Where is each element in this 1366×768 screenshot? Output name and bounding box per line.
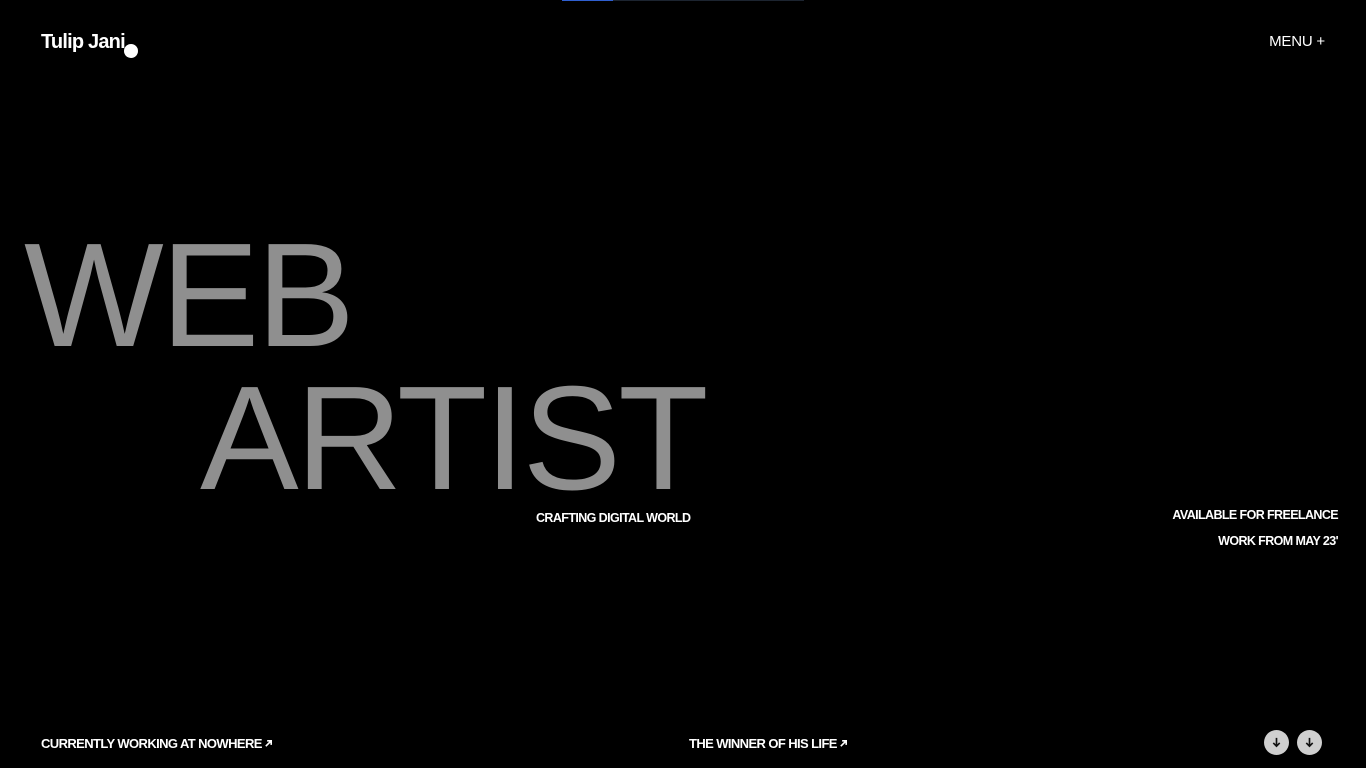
arrow-up-right-icon (264, 739, 273, 751)
scroll-progress-fill (562, 0, 613, 1)
page: Tulip Jani MENU + WEB ARTIST CRAFTING DI… (0, 0, 1366, 768)
scroll-down-button-1[interactable] (1264, 730, 1289, 755)
arrow-down-icon (1304, 737, 1315, 748)
winner-link[interactable]: THE WINNER OF HIS LIFE (689, 736, 848, 751)
scroll-down-button-2[interactable] (1297, 730, 1322, 755)
scroll-progress-bar (562, 0, 804, 1)
availability-info: AVAILABLE FOR FREELANCE WORK FROM MAY 23… (1172, 502, 1338, 554)
current-work-link[interactable]: CURRENTLY WORKING AT NOWHERE (41, 736, 273, 751)
current-work-label: CURRENTLY WORKING AT NOWHERE (41, 736, 262, 751)
site-logo[interactable]: Tulip Jani (41, 31, 126, 54)
availability-date: WORK FROM MAY 23' (1218, 534, 1338, 548)
arrow-up-right-icon (839, 739, 848, 751)
scroll-controls (1264, 730, 1322, 755)
hero-title-line-1: WEB (24, 213, 355, 378)
custom-cursor (124, 44, 138, 58)
hero-title-line-2: ARTIST (200, 356, 709, 521)
availability-status: AVAILABLE FOR FREELANCE (1172, 508, 1338, 522)
winner-label: THE WINNER OF HIS LIFE (689, 736, 837, 751)
hero-tagline: CRAFTING DIGITAL WORLD (536, 511, 691, 525)
menu-button[interactable]: MENU + (1269, 33, 1325, 50)
arrow-down-icon (1271, 737, 1282, 748)
